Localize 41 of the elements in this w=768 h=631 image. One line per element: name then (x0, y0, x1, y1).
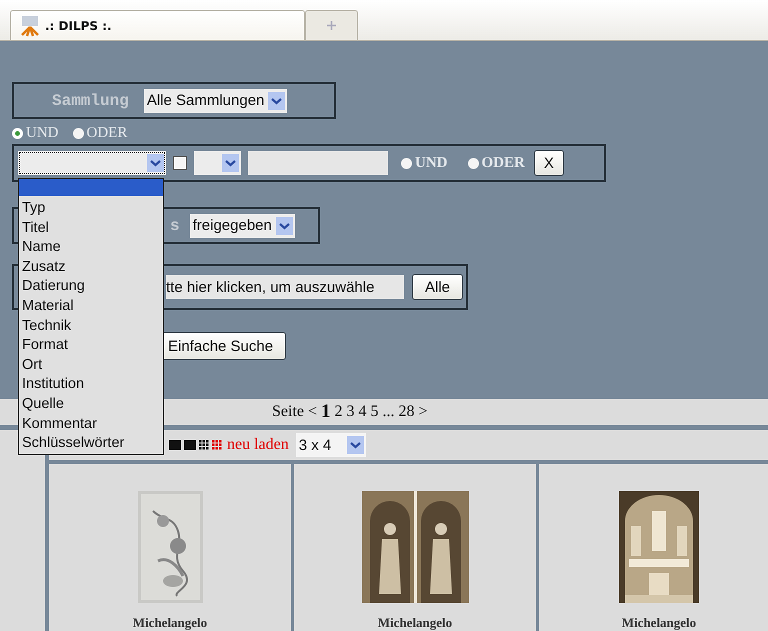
dropdown-option[interactable]: Zusatz (19, 258, 163, 278)
page-link[interactable]: 1 (321, 401, 331, 423)
grid-icon[interactable] (199, 440, 209, 450)
search-term-field[interactable] (248, 151, 388, 175)
dropdown-option[interactable]: Typ (19, 199, 163, 219)
dropdown-option[interactable]: Quelle (19, 394, 163, 415)
operator-select[interactable] (194, 151, 241, 175)
field-select[interactable] (18, 151, 166, 175)
plus-icon (327, 21, 336, 30)
status-select[interactable]: freigegeben (190, 214, 295, 238)
ellipsis: ... (382, 403, 395, 421)
fan-icon (19, 14, 41, 36)
collection-label: Sammlung (52, 92, 129, 110)
dropdown-option[interactable]: Datierung (19, 277, 163, 297)
artist-name: Michelangelo (622, 615, 696, 631)
collection-select[interactable]: Alle Sammlungen (144, 88, 288, 112)
page-link[interactable]: 5 (370, 403, 379, 421)
status-label: s (170, 216, 180, 234)
group-field[interactable]: tte hier klicken, um auszuwähle (166, 275, 404, 299)
browser-tab[interactable]: .: DILPS :. (10, 10, 305, 40)
artist-name: Michelangelo (132, 615, 208, 631)
dropdown-option[interactable]: Kommentar (19, 414, 163, 434)
pagination-label: Seite (272, 403, 304, 421)
tab-title: .: DILPS :. (45, 18, 112, 32)
reload-link[interactable]: neu laden (227, 436, 289, 454)
grid-size-select[interactable]: 3 x 4 (296, 433, 366, 457)
all-button[interactable]: Alle (412, 274, 464, 300)
dropdown-option[interactable]: Name (19, 238, 163, 258)
artist-name: Michelangelo (378, 615, 452, 631)
dropdown-option[interactable]: Titel (19, 218, 163, 238)
dropdown-option[interactable]: Material (19, 296, 163, 317)
dropdown-option[interactable]: Institution (19, 375, 163, 395)
checkbox[interactable] (173, 156, 187, 170)
page-link[interactable]: 28 (398, 403, 415, 421)
page-link[interactable]: 4 (358, 403, 367, 421)
remove-button[interactable]: X (534, 150, 564, 176)
previous-page-link[interactable]: < (308, 403, 318, 421)
page-link[interactable]: 2 (334, 403, 343, 421)
page-link[interactable]: 3 (346, 403, 355, 421)
dropdown-option[interactable]: Schlüsselwörter (19, 434, 163, 454)
next-page-link[interactable]: > (418, 403, 428, 421)
